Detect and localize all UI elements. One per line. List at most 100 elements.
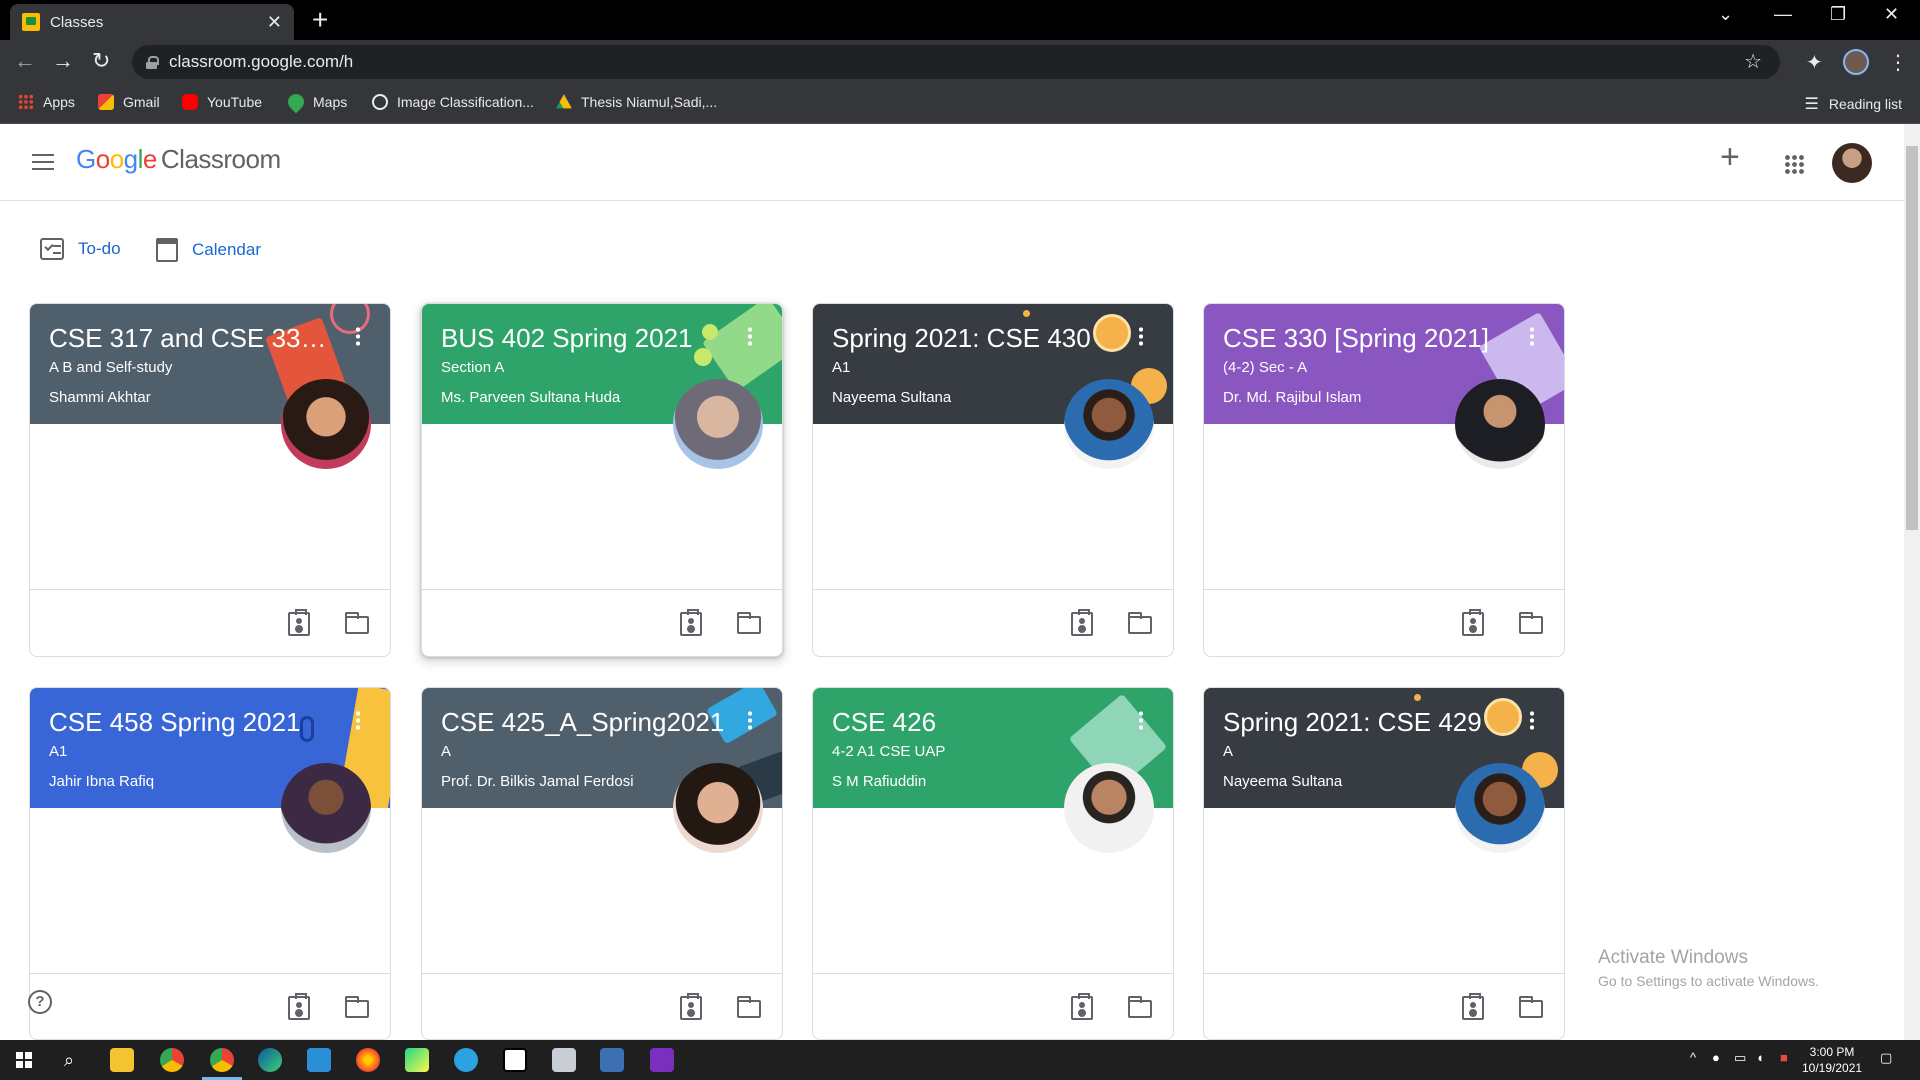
class-drive-folder-icon[interactable] [737,996,761,1018]
restore-button[interactable]: ❐ [1830,4,1846,25]
your-work-icon[interactable] [1462,993,1484,1020]
browser-tab[interactable]: Classes ✕ [10,4,294,40]
bookmark-star-icon[interactable]: ☆ [1744,49,1762,74]
class-drive-folder-icon[interactable] [345,612,369,634]
clock-date: 10/19/2021 [1802,1061,1863,1075]
lock-icon[interactable] [146,55,159,69]
class-card[interactable]: CSE 458 Spring 2021 A1 Jahir Ibna Rafiq [29,687,391,1040]
onenote-icon[interactable] [650,1048,674,1072]
scrollbar-thumb[interactable] [1906,146,1918,530]
pycharm-icon[interactable] [405,1048,429,1072]
chrome-icon[interactable] [160,1048,184,1072]
bookmark-image-classification[interactable]: Image Classification... [372,94,534,110]
class-options-menu-icon[interactable] [748,326,752,346]
bookmark-maps[interactable]: Maps [284,90,347,114]
reload-button[interactable]: ↻ [92,50,110,72]
class-drive-folder-icon[interactable] [737,612,761,634]
help-icon[interactable]: ? [28,990,52,1014]
class-title[interactable]: CSE 426 [832,707,936,738]
youtube-icon [182,94,198,110]
headphones-illustration [300,716,314,742]
google-apps-icon[interactable] [1784,154,1804,174]
taskbar-clock[interactable]: 3:00 PM 10/19/2021 [1802,1044,1862,1076]
new-tab-button[interactable]: + [312,6,328,34]
telegram-icon[interactable] [454,1048,478,1072]
bookmark-youtube[interactable]: YouTube [182,94,262,110]
class-title[interactable]: Spring 2021: CSE 429 [1223,707,1482,738]
class-title[interactable]: Spring 2021: CSE 430 [832,323,1091,354]
forward-button[interactable]: → [52,50,74,72]
bookmark-apps[interactable]: Apps [18,94,75,110]
search-icon[interactable]: ⌕ [64,1050,74,1071]
vscode-icon[interactable] [307,1048,331,1072]
class-options-menu-icon[interactable] [748,710,752,730]
class-title[interactable]: CSE 317 and CSE 331(... [49,323,339,354]
reading-list-button[interactable]: ☰ Reading list [1805,94,1903,114]
url-bar[interactable]: classroom.google.com/h ☆ [132,45,1780,79]
your-work-icon[interactable] [1462,609,1484,636]
minimize-button[interactable]: — [1774,4,1792,25]
class-drive-folder-icon[interactable] [1519,996,1543,1018]
class-card[interactable]: CSE 330 [Spring 2021] (4-2) Sec - A Dr. … [1203,303,1565,657]
bookmark-gmail[interactable]: Gmail [98,94,160,110]
firefox-icon[interactable] [356,1048,380,1072]
volume-icon[interactable]: ◖ [1756,1050,1764,1065]
class-card[interactable]: CSE 426 4-2 A1 CSE UAP S M Rafiuddin [812,687,1174,1040]
class-card[interactable]: Spring 2021: CSE 429 A Nayeema Sultana [1203,687,1565,1040]
your-work-icon[interactable] [1071,609,1093,636]
browser-menu-icon[interactable]: ⋮ [1888,50,1908,75]
your-work-icon[interactable] [680,993,702,1020]
google-classroom-logo[interactable]: Google Classroom [76,144,281,175]
back-button[interactable]: ← [14,50,36,72]
class-options-menu-icon[interactable] [1530,326,1534,346]
class-title[interactable]: CSE 330 [Spring 2021] [1223,323,1489,354]
class-title[interactable]: CSE 458 Spring 2021 [49,707,301,738]
calculator-icon[interactable] [600,1048,624,1072]
app-tray-icon[interactable]: ■ [1780,1050,1788,1065]
your-work-icon[interactable] [1071,993,1093,1020]
class-card[interactable]: BUS 402 Spring 2021 Section A Ms. Parvee… [421,303,783,657]
class-drive-folder-icon[interactable] [1519,612,1543,634]
class-options-menu-icon[interactable] [1139,710,1143,730]
windows-start-icon[interactable] [16,1052,32,1068]
class-title[interactable]: BUS 402 Spring 2021 [441,323,693,354]
class-options-menu-icon[interactable] [356,326,360,346]
close-tab-icon[interactable]: ✕ [267,12,282,33]
tray-overflow-icon[interactable]: ^ [1690,1050,1696,1065]
todo-link[interactable]: To-do [40,238,121,260]
class-options-menu-icon[interactable] [356,710,360,730]
class-options-menu-icon[interactable] [1530,710,1534,730]
extensions-puzzle-icon[interactable]: ✦ [1806,50,1823,75]
file-explorer-icon[interactable] [110,1048,134,1072]
account-avatar[interactable] [1832,143,1872,183]
main-menu-icon[interactable] [32,154,54,170]
notion-icon[interactable] [503,1048,527,1072]
your-work-icon[interactable] [288,993,310,1020]
network-icon[interactable]: ▭ [1734,1050,1746,1066]
coin-illustration [694,348,712,366]
page-scrollbar[interactable] [1904,124,1920,1040]
browser-profile-avatar[interactable] [1843,49,1869,75]
tab-search-chevron-icon[interactable]: ⌄ [1718,4,1733,25]
class-drive-folder-icon[interactable] [1128,612,1152,634]
your-work-icon[interactable] [680,609,702,636]
close-window-button[interactable]: ✕ [1884,4,1899,25]
class-drive-folder-icon[interactable] [1128,996,1152,1018]
class-title[interactable]: CSE 425_A_Spring2021 [441,707,724,738]
notification-center-icon[interactable]: ▢ [1880,1050,1892,1066]
edge-icon[interactable] [258,1048,282,1072]
create-or-join-class-button[interactable]: + [1720,140,1740,174]
teacher-avatar [673,379,763,469]
scanner-icon[interactable] [552,1048,576,1072]
class-card[interactable]: Spring 2021: CSE 430 A1 Nayeema Sultana [812,303,1174,657]
class-drive-folder-icon[interactable] [345,996,369,1018]
your-work-icon[interactable] [288,609,310,636]
class-section: Section A [441,359,505,376]
class-card[interactable]: CSE 317 and CSE 331(... A B and Self-stu… [29,303,391,657]
class-options-menu-icon[interactable] [1139,326,1143,346]
microphone-icon[interactable]: ● [1712,1050,1720,1065]
chrome-active-icon[interactable] [202,1048,242,1080]
calendar-link[interactable]: Calendar [156,238,261,262]
bookmark-thesis[interactable]: Thesis Niamul,Sadi,... [556,94,717,110]
class-card[interactable]: CSE 425_A_Spring2021 A Prof. Dr. Bilkis … [421,687,783,1040]
